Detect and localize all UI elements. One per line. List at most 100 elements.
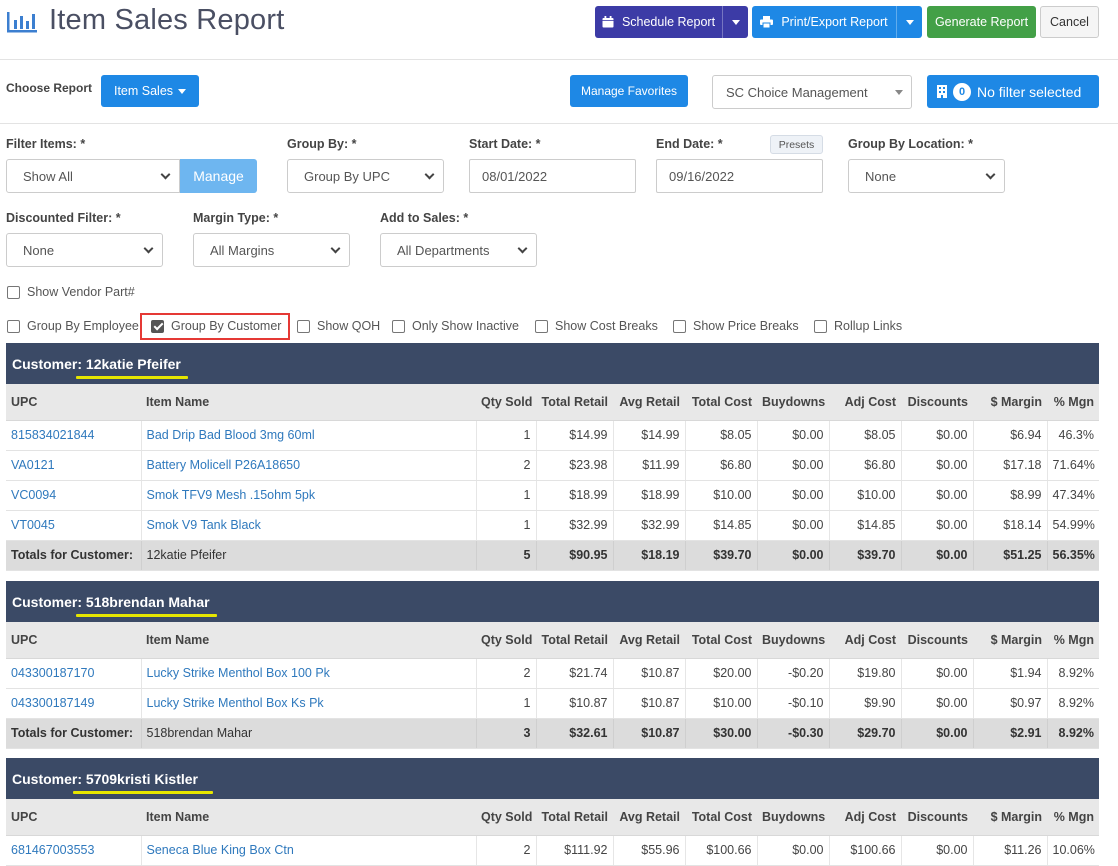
upc-link[interactable]: 043300187149 <box>6 688 141 719</box>
col-buydowns[interactable]: Buydowns <box>757 799 829 836</box>
add-to-sales-select[interactable]: All Departments <box>380 233 537 267</box>
chevron-down-icon <box>517 243 528 254</box>
col-pct-margin[interactable]: % Mgn <box>1047 384 1099 421</box>
col-adj-cost[interactable]: Adj Cost <box>829 384 901 421</box>
schedule-dropdown-toggle[interactable] <box>722 6 748 38</box>
col-qty-sold[interactable]: Qty Sold <box>476 799 536 836</box>
col-avg-retail[interactable]: Avg Retail <box>613 384 685 421</box>
cell-total-retail: $21.74 <box>535 658 613 689</box>
checkbox-box-checked[interactable] <box>151 319 164 333</box>
manage-filter-button[interactable]: Manage <box>180 159 257 193</box>
show-cost-breaks-checkbox[interactable]: Show Cost Breaks <box>535 319 658 333</box>
col-buydowns[interactable]: Buydowns <box>757 622 829 659</box>
upc-link[interactable]: VC0094 <box>6 480 141 511</box>
col-total-retail[interactable]: Total Retail <box>536 799 613 836</box>
chevron-down-icon <box>330 243 341 254</box>
col-avg-retail[interactable]: Avg Retail <box>613 799 685 836</box>
col-upc[interactable]: UPC <box>6 622 141 659</box>
show-price-breaks-checkbox[interactable]: Show Price Breaks <box>673 319 799 333</box>
col-adj-cost[interactable]: Adj Cost <box>829 622 901 659</box>
checkbox-box[interactable] <box>814 319 827 333</box>
checkbox-box[interactable] <box>7 319 20 333</box>
checkbox-box[interactable] <box>535 319 548 333</box>
show-vendor-part-checkbox[interactable]: Show Vendor Part# <box>7 285 135 299</box>
col-avg-retail[interactable]: Avg Retail <box>613 622 685 659</box>
col-upc[interactable]: UPC <box>6 384 141 421</box>
col-discounts[interactable]: Discounts <box>901 799 973 836</box>
col-qty-sold[interactable]: Qty Sold <box>476 384 536 421</box>
chevron-down-icon <box>160 169 171 180</box>
item-name-link[interactable]: Bad Drip Bad Blood 3mg 60ml <box>140 420 476 451</box>
col-margin[interactable]: $ Margin <box>973 384 1047 421</box>
show-qoh-checkbox[interactable]: Show QOH <box>297 319 380 333</box>
print-export-button[interactable]: Print/Export Report <box>752 6 922 38</box>
col-total-retail[interactable]: Total Retail <box>536 384 613 421</box>
discounted-filter-select[interactable]: None <box>6 233 163 267</box>
end-date-input[interactable]: 09/16/2022 <box>656 159 823 193</box>
cancel-button[interactable]: Cancel <box>1040 6 1099 38</box>
upc-link[interactable]: 815834021844 <box>6 420 141 451</box>
upc-link[interactable]: VT0045 <box>6 510 141 541</box>
group-by-location-select[interactable]: None <box>848 159 1005 193</box>
checkbox-box[interactable] <box>7 285 20 299</box>
col-buydowns[interactable]: Buydowns <box>757 384 829 421</box>
col-total-retail[interactable]: Total Retail <box>536 622 613 659</box>
upc-link[interactable]: VA0121 <box>6 450 141 481</box>
chevron-down-icon <box>424 169 435 180</box>
yellow-underline <box>73 791 213 794</box>
item-name-link[interactable]: Smok V9 Tank Black <box>140 510 476 541</box>
col-discounts[interactable]: Discounts <box>901 384 973 421</box>
col-qty-sold[interactable]: Qty Sold <box>476 622 536 659</box>
col-adj-cost[interactable]: Adj Cost <box>829 799 901 836</box>
group-by-customer-checkbox[interactable]: Group By Customer <box>151 319 281 333</box>
col-pct-margin[interactable]: % Mgn <box>1047 799 1099 836</box>
col-discounts[interactable]: Discounts <box>901 622 973 659</box>
cell-buydowns: -$0.20 <box>756 658 829 689</box>
group-by-location-value: None <box>865 168 897 184</box>
only-show-inactive-checkbox[interactable]: Only Show Inactive <box>392 319 519 333</box>
total-pct-margin: 8.92% <box>1046 718 1099 749</box>
margin-type-select[interactable]: All Margins <box>193 233 350 267</box>
cell-qty: 2 <box>475 658 536 689</box>
cell-total-cost: $14.85 <box>684 510 757 541</box>
group-by-employee-checkbox[interactable]: Group By Employee <box>7 319 139 333</box>
generate-report-button[interactable]: Generate Report <box>927 6 1036 38</box>
location-select[interactable]: SC Choice Management <box>712 75 912 109</box>
cell-total-retail: $32.99 <box>535 510 613 541</box>
customer-prefix: Customer: <box>12 770 83 787</box>
cell-avg-retail: $32.99 <box>612 510 685 541</box>
col-upc[interactable]: UPC <box>6 799 141 836</box>
totals-row: Totals for Customer: 518brendan Mahar 3 … <box>6 718 1099 749</box>
col-pct-margin[interactable]: % Mgn <box>1047 622 1099 659</box>
item-name-link[interactable]: Lucky Strike Menthol Box 100 Pk <box>140 658 476 689</box>
group-by-select[interactable]: Group By UPC <box>287 159 444 193</box>
schedule-report-button[interactable]: Schedule Report <box>595 6 748 38</box>
presets-button[interactable]: Presets <box>770 135 823 154</box>
col-total-cost[interactable]: Total Cost <box>685 384 757 421</box>
filter-items-select[interactable]: Show All <box>6 159 180 193</box>
checkbox-box[interactable] <box>673 319 686 333</box>
checkbox-box[interactable] <box>297 319 310 333</box>
col-total-cost[interactable]: Total Cost <box>685 799 757 836</box>
caret-down-icon <box>895 90 903 95</box>
col-margin[interactable]: $ Margin <box>973 799 1047 836</box>
item-name-link[interactable]: Lucky Strike Menthol Box Ks Pk <box>140 688 476 719</box>
checkbox-box[interactable] <box>392 319 405 333</box>
cell-avg-retail: $10.87 <box>612 688 685 719</box>
col-item-name[interactable]: Item Name <box>141 384 476 421</box>
item-name-link[interactable]: Smok TFV9 Mesh .15ohm 5pk <box>140 480 476 511</box>
page-title: Item Sales Report <box>49 4 285 36</box>
cell-pct-margin: 71.64% <box>1046 450 1099 481</box>
report-type-dropdown[interactable]: Item Sales <box>101 75 199 107</box>
col-item-name[interactable]: Item Name <box>141 799 476 836</box>
filter-button[interactable]: 0 No filter selected <box>927 75 1099 108</box>
upc-link[interactable]: 043300187170 <box>6 658 141 689</box>
col-total-cost[interactable]: Total Cost <box>685 622 757 659</box>
rollup-links-checkbox[interactable]: Rollup Links <box>814 319 902 333</box>
manage-favorites-button[interactable]: Manage Favorites <box>570 75 688 107</box>
col-item-name[interactable]: Item Name <box>141 622 476 659</box>
print-dropdown-toggle[interactable] <box>896 6 922 38</box>
start-date-input[interactable]: 08/01/2022 <box>469 159 636 193</box>
item-name-link[interactable]: Battery Molicell P26A18650 <box>140 450 476 481</box>
col-margin[interactable]: $ Margin <box>973 622 1047 659</box>
